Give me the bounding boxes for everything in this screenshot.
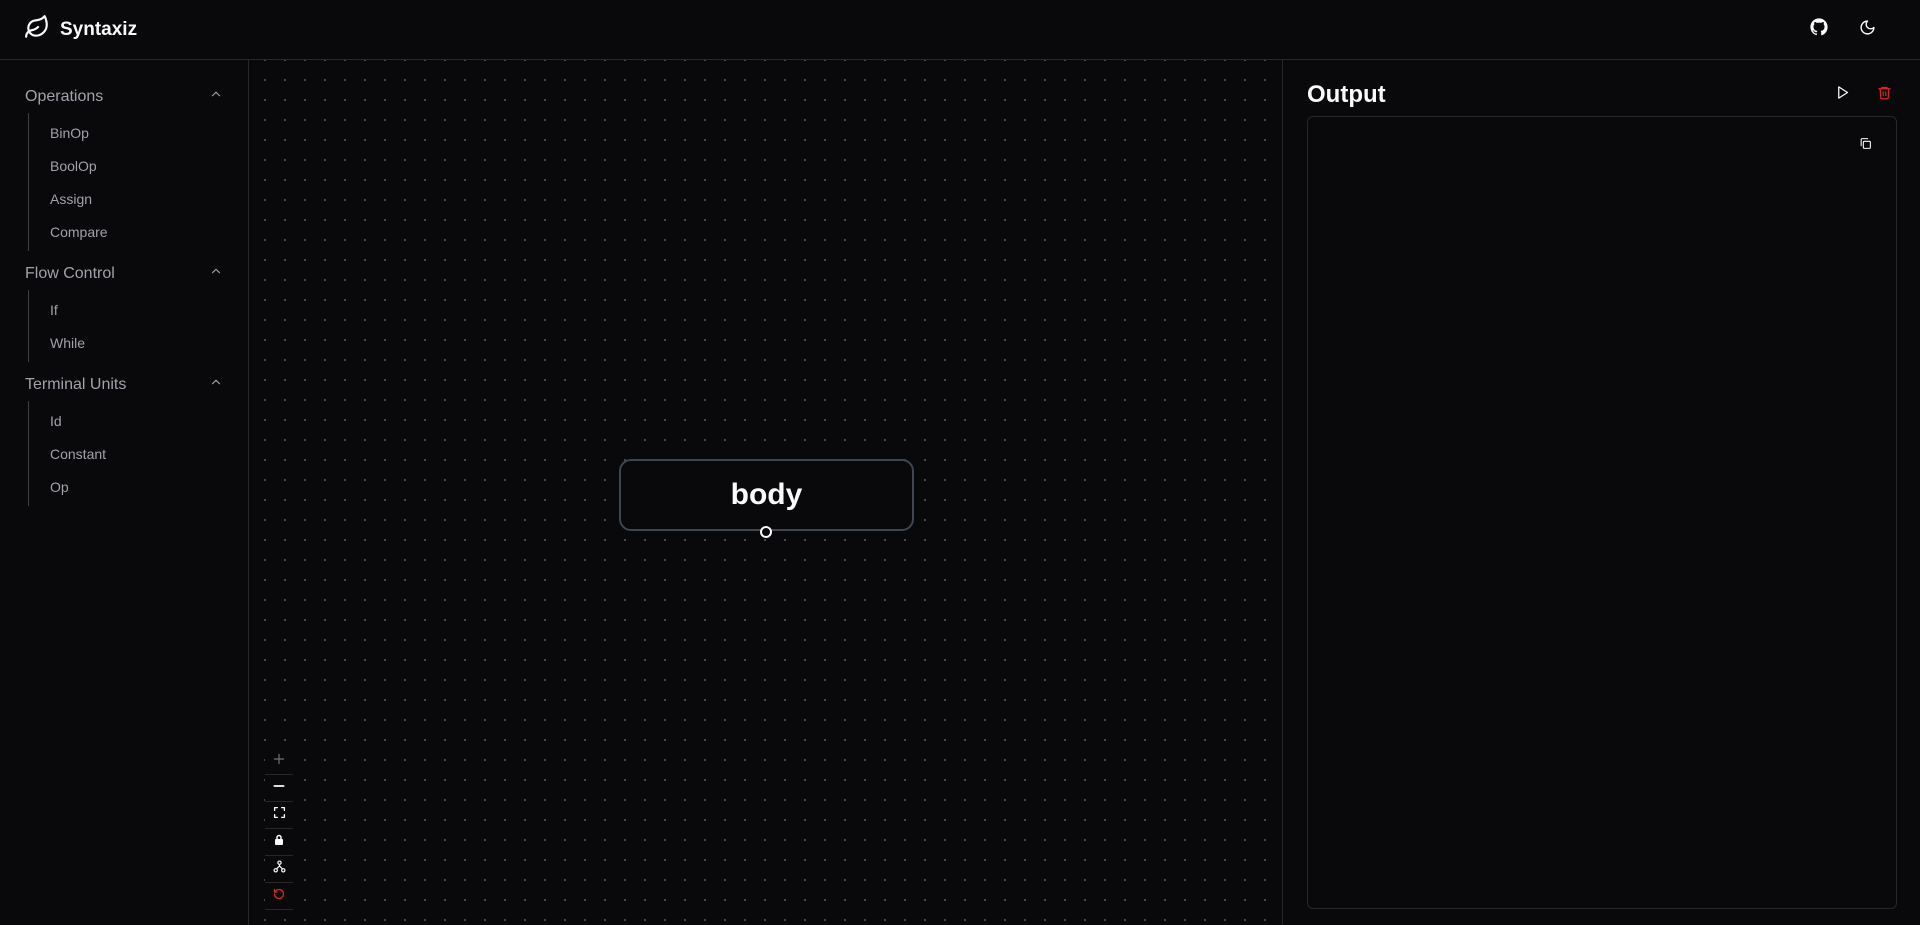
sidebar-item-compare[interactable]: Compare	[50, 216, 223, 249]
reset-icon	[273, 887, 285, 905]
app-title: Syntaxiz	[60, 18, 138, 40]
output-title: Output	[1307, 81, 1386, 108]
output-header: Output	[1307, 78, 1896, 112]
flow-node-body[interactable]: body	[619, 459, 914, 531]
sidebar-item-assign[interactable]: Assign	[50, 183, 223, 216]
section-items: If While	[28, 290, 223, 362]
section-terminal-units: Terminal Units Id Constant Op	[25, 368, 223, 506]
brand[interactable]: Syntaxiz	[24, 14, 137, 45]
section-items: BinOp BoolOp Assign Compare	[28, 113, 223, 251]
flow-canvas[interactable]: body	[250, 60, 1281, 925]
app-header: Syntaxiz	[0, 0, 1920, 60]
section-title: Flow Control	[25, 264, 115, 282]
canvas-controls	[265, 748, 293, 910]
sidebar-item-binop[interactable]: BinOp	[50, 117, 223, 150]
layout-tree-icon	[272, 860, 286, 878]
copy-icon	[1859, 137, 1872, 155]
section-toggle-flow-control[interactable]: Flow Control	[25, 257, 223, 290]
fit-view-button[interactable]	[265, 802, 293, 829]
github-icon	[1810, 18, 1828, 41]
copy-button[interactable]	[1854, 135, 1876, 157]
reset-button[interactable]	[265, 883, 293, 910]
section-items: Id Constant Op	[28, 401, 223, 506]
chevron-up-icon	[209, 87, 223, 106]
fit-view-icon	[273, 806, 286, 824]
run-button[interactable]	[1830, 83, 1854, 107]
clear-button[interactable]	[1872, 83, 1896, 107]
sidebar-item-constant[interactable]: Constant	[50, 438, 223, 471]
sidebar-item-id[interactable]: Id	[50, 405, 223, 438]
sidebar: Operations BinOp BoolOp Assign Compare F…	[0, 60, 249, 925]
header-actions	[1806, 17, 1896, 43]
section-toggle-operations[interactable]: Operations	[25, 80, 223, 113]
lock-button[interactable]	[265, 829, 293, 856]
section-title: Terminal Units	[25, 375, 127, 393]
zoom-out-button[interactable]	[265, 775, 293, 802]
output-actions	[1830, 83, 1896, 107]
zoom-in-button[interactable]	[265, 748, 293, 775]
theme-toggle-button[interactable]	[1854, 17, 1880, 43]
section-flow-control: Flow Control If While	[25, 257, 223, 362]
sidebar-item-while[interactable]: While	[50, 327, 223, 360]
play-icon	[1835, 85, 1850, 105]
chevron-up-icon	[209, 264, 223, 283]
lock-icon	[273, 833, 285, 851]
leaf-icon	[24, 14, 50, 45]
output-code-box[interactable]	[1307, 116, 1897, 909]
output-panel: Output	[1282, 60, 1920, 925]
github-button[interactable]	[1806, 17, 1832, 43]
sidebar-item-if[interactable]: If	[50, 294, 223, 327]
chevron-up-icon	[209, 375, 223, 394]
node-source-handle[interactable]	[760, 526, 772, 538]
zoom-out-icon	[272, 779, 286, 798]
section-toggle-terminal-units[interactable]: Terminal Units	[25, 368, 223, 401]
zoom-in-icon	[272, 752, 286, 771]
section-title: Operations	[25, 87, 104, 105]
section-operations: Operations BinOp BoolOp Assign Compare	[25, 80, 223, 251]
moon-icon	[1859, 19, 1876, 41]
node-label: body	[730, 478, 803, 511]
sidebar-item-boolop[interactable]: BoolOp	[50, 150, 223, 183]
trash-icon	[1877, 85, 1892, 105]
auto-layout-button[interactable]	[265, 856, 293, 883]
sidebar-item-op[interactable]: Op	[50, 471, 223, 504]
